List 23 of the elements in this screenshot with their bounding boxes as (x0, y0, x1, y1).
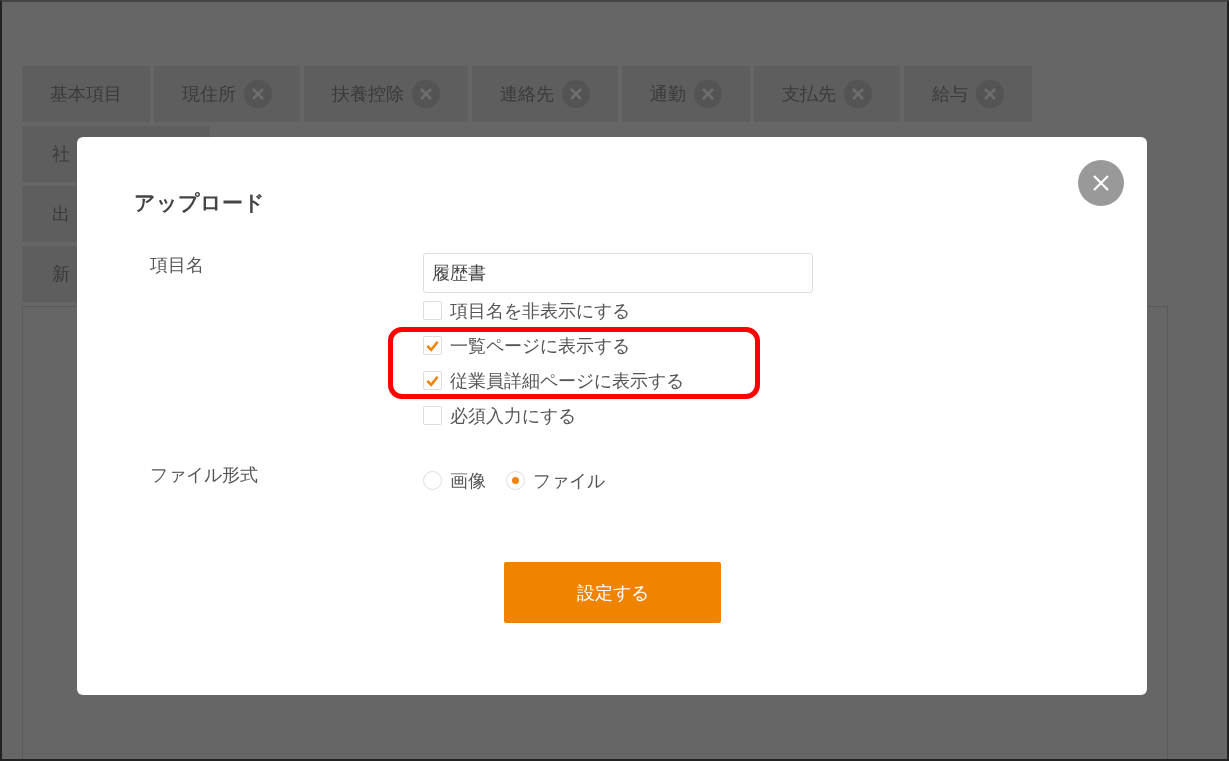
remove-icon[interactable] (562, 80, 590, 108)
remove-icon[interactable] (244, 80, 272, 108)
checkbox[interactable] (423, 336, 442, 355)
close-icon (1091, 173, 1111, 193)
checkbox-label: 従業員詳細ページに表示する (450, 368, 684, 393)
checkbox-label: 必須入力にする (450, 403, 576, 428)
dialog-title: アップロード (134, 190, 266, 217)
field-label: 項目名 (149, 253, 205, 277)
checkbox[interactable] (423, 301, 442, 320)
field-label: ファイル形式 (149, 463, 259, 487)
checkbox[interactable] (423, 371, 442, 390)
close-button[interactable] (1078, 160, 1124, 206)
remove-icon[interactable] (844, 80, 872, 108)
radio-label: ファイル (533, 468, 605, 493)
remove-icon[interactable] (976, 80, 1004, 108)
remove-icon[interactable] (412, 80, 440, 108)
radio-label: 画像 (450, 468, 486, 493)
remove-icon[interactable] (694, 80, 722, 108)
checkbox-label: 一覧ページに表示する (450, 333, 630, 358)
item-name-field[interactable]: 履歴書 (423, 253, 813, 293)
checkbox-label: 項目名を非表示にする (450, 298, 630, 323)
checkbox[interactable] (423, 406, 442, 425)
submit-button[interactable]: 設定する (504, 562, 721, 623)
